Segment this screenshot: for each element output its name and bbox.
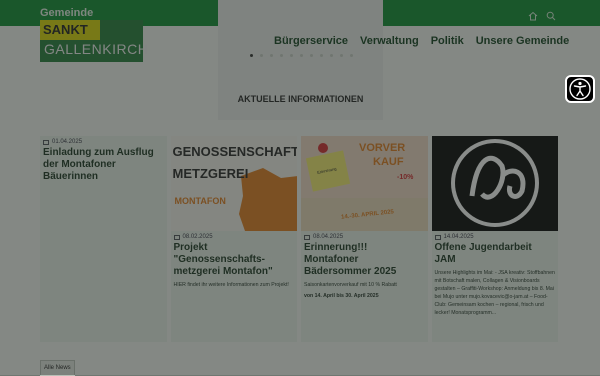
accessibility-icon — [569, 78, 591, 100]
card-date: 01.04.2025 — [43, 139, 167, 145]
card-image-text: KAUF — [373, 156, 404, 168]
card-text: Unsere Highlights im Mai: - JSA kreativ:… — [434, 270, 555, 316]
news-card[interactable]: 01.04.2025 Einladung zum Ausflug der Mon… — [40, 136, 167, 342]
accessibility-button[interactable] — [565, 75, 595, 103]
slider-dot[interactable] — [280, 54, 283, 57]
nav-item-buergerservice[interactable]: Bürgerservice — [274, 35, 348, 47]
slider-dot[interactable] — [300, 54, 303, 57]
card-image-text: VORVER — [359, 142, 406, 154]
card-image-text: MONTAFON — [174, 196, 226, 206]
card-title[interactable]: Erinnerung!!! Montafoner Bädersommer 202… — [304, 242, 425, 278]
card-title[interactable]: Einladung zum Ausflug der Montafoner Bäu… — [43, 147, 164, 183]
card-title[interactable]: Offene Jugendarbeit JAM — [435, 242, 556, 266]
card-date: 14.04.2025 — [434, 234, 559, 240]
calendar-icon — [304, 234, 310, 240]
all-news-button[interactable]: Alle News — [40, 360, 75, 376]
card-image[interactable]: GENOSSENSCHAFTS METZGEREI MONTAFON — [170, 136, 298, 231]
news-card[interactable]: 14.04.2025 Offene Jugendarbeit JAM Unser… — [431, 136, 559, 342]
slider-dots[interactable] — [250, 54, 353, 57]
org-label: Gemeinde — [40, 7, 94, 19]
slider-dot[interactable] — [290, 54, 293, 57]
slider-dot[interactable] — [350, 54, 353, 57]
page: Gemeinde AKTUELLE INFORMATIONEN SANKT GA… — [0, 0, 600, 376]
logo-line1: SANKT — [40, 20, 100, 40]
card-title[interactable]: Projekt "Genossenschafts- metzgerei Mont… — [174, 242, 295, 278]
calendar-icon — [173, 234, 180, 240]
nav-item-politik[interactable]: Politik — [431, 35, 464, 47]
slider-dot[interactable] — [250, 54, 253, 57]
card-date: 08.04.2025 — [304, 234, 428, 240]
card-text: Saisonkartenvorverkauf mit 10 % Rabatt — [304, 282, 397, 288]
calendar-icon — [434, 234, 441, 240]
slider-dot[interactable] — [310, 54, 313, 57]
main-nav: Bürgerservice Verwaltung Politik Unsere … — [274, 35, 569, 47]
calendar-icon — [43, 139, 49, 145]
slider-dot[interactable] — [340, 54, 343, 57]
card-image-text: -10% — [397, 174, 414, 181]
news-card[interactable]: VORVER KAUF -10% 14.-30. APRIL 2025 Erin… — [301, 136, 428, 342]
logo-line2: GALLENKIRCH — [44, 41, 149, 57]
news-card[interactable]: GENOSSENSCHAFTS METZGEREI MONTAFON 08.02… — [170, 136, 298, 342]
card-text: HIER findet ihr weitere Informationen zu… — [173, 282, 289, 288]
card-image[interactable]: VORVER KAUF -10% 14.-30. APRIL 2025 Erin… — [301, 136, 428, 231]
logo[interactable]: SANKT GALLENKIRCH — [40, 20, 148, 62]
nav-item-verwaltung[interactable]: Verwaltung — [360, 35, 419, 47]
slider-dot[interactable] — [330, 54, 333, 57]
card-date-text: 14.04.2025 — [443, 234, 474, 240]
card-image-text: GENOSSENSCHAFTS — [172, 144, 298, 159]
home-icon[interactable] — [528, 8, 538, 21]
slider-dot[interactable] — [260, 54, 263, 57]
card-date-text: 01.04.2025 — [52, 139, 83, 145]
card-date-text: 08.02.2025 — [182, 234, 213, 240]
slider-dot[interactable] — [320, 54, 323, 57]
card-image-text: METZGEREI — [172, 166, 249, 181]
news-cards: 01.04.2025 Einladung zum Ausflug der Mon… — [40, 136, 558, 342]
slider-title: AKTUELLE INFORMATIONEN — [237, 94, 364, 104]
card-image[interactable] — [431, 136, 558, 231]
slider-dot[interactable] — [270, 54, 273, 57]
card-date-text: 08.04.2025 — [313, 234, 344, 240]
card-text-bold: von 14. April bis 30. April 2025 — [304, 293, 379, 299]
nav-item-unsere-gemeinde[interactable]: Unsere Gemeinde — [476, 35, 570, 47]
search-icon[interactable] — [546, 8, 556, 21]
card-date: 08.02.2025 — [173, 234, 298, 240]
